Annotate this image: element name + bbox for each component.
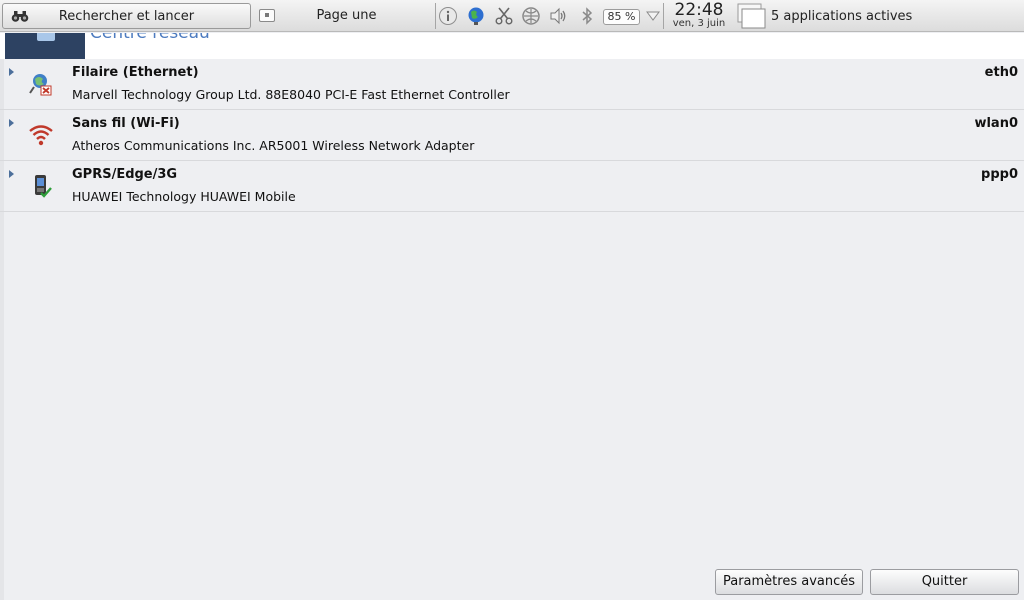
active-apps-label[interactable]: 5 applications actives [771,9,912,24]
battery-indicator[interactable]: 85 % [603,9,640,25]
expand-arrow-icon[interactable] [9,170,14,178]
list-item[interactable]: GPRS/Edge/3G HUAWEI Technology HUAWEI Mo… [0,161,1024,212]
top-panel: Rechercher et lancer Page une 85 % 22:48… [0,0,1024,32]
network-icon[interactable] [520,5,542,27]
connection-interface: ppp0 [981,167,1018,182]
connection-list: Filaire (Ethernet) Marvell Technology Gr… [0,59,1024,212]
mobile-broadband-icon [35,175,52,198]
list-item[interactable]: Sans fil (Wi-Fi) Atheros Communications … [0,110,1024,161]
advanced-settings-button[interactable]: Paramètres avancés [715,569,863,595]
bluetooth-icon[interactable] [576,5,598,27]
connection-description: HUAWEI Technology HUAWEI Mobile [72,189,296,204]
expand-arrow-icon[interactable] [9,119,14,127]
connection-name: Filaire (Ethernet) [72,65,199,80]
wifi-icon [29,125,53,146]
panel-separator [435,3,436,29]
connection-description: Atheros Communications Inc. AR5001 Wirel… [72,138,475,153]
page-switcher-icon[interactable] [259,9,275,22]
search-launch-label: Rechercher et lancer [58,8,195,24]
active-apps-icon[interactable] [737,3,767,30]
expand-arrow-icon[interactable] [9,68,14,76]
chevron-down-icon[interactable] [646,11,660,21]
page-label[interactable]: Page une [289,8,404,23]
globe-icon[interactable] [465,5,487,27]
monitor-icon [37,33,55,41]
info-icon[interactable] [437,5,459,27]
network-center-icon [5,33,85,59]
connection-interface: eth0 [984,65,1018,80]
connection-name: GPRS/Edge/3G [72,167,178,182]
window-title: Centre réseau [90,33,210,43]
connection-interface: wlan0 [974,116,1018,131]
clock-date[interactable]: ven, 3 juin [668,18,730,29]
scissors-icon[interactable] [493,5,515,27]
clock-time[interactable]: 22:48 [668,0,730,20]
search-launch-button[interactable]: Rechercher et lancer [2,3,251,29]
wired-disconnected-icon [29,74,52,96]
connection-description: Marvell Technology Group Ltd. 88E8040 PC… [72,87,510,102]
list-item[interactable]: Filaire (Ethernet) Marvell Technology Gr… [0,59,1024,110]
volume-icon[interactable] [547,5,569,27]
quit-button[interactable]: Quitter [870,569,1019,595]
panel-separator [663,3,664,29]
connection-name: Sans fil (Wi-Fi) [72,116,180,131]
window-header: Centre réseau [0,33,1024,59]
